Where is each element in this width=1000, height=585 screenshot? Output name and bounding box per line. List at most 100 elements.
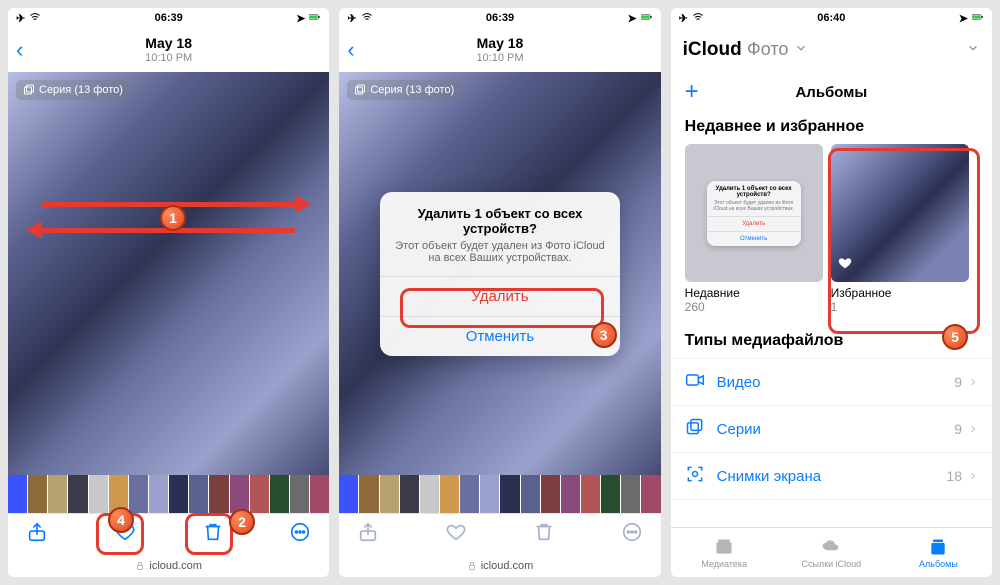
screen-3-albums: ✈︎ 06:40 ➤ iCloud Фото + Альбомы Недавне…: [671, 8, 992, 577]
tab-albums[interactable]: Альбомы: [885, 528, 992, 577]
album-count: 260: [685, 300, 823, 314]
filmstrip-thumb[interactable]: [68, 475, 87, 513]
photo-viewer: Серия (13 фото) Удалить 1 объект со всех…: [339, 72, 660, 475]
filmstrip-thumb[interactable]: [149, 475, 168, 513]
back-button[interactable]: ‹: [347, 37, 354, 63]
share-button: [357, 521, 379, 548]
burst-chip: Серия (13 фото): [347, 80, 461, 100]
battery-icon: [641, 11, 653, 26]
annotation-1: 1: [160, 205, 186, 231]
annotation-3: 3: [591, 322, 617, 348]
delete-button: [533, 521, 555, 548]
screen-2-delete-dialog: ✈︎ 06:39 ➤ ‹ May 18 10:10 PM Серия (13 ф…: [339, 8, 660, 577]
filmstrip-thumb: [541, 475, 560, 513]
status-bar: ✈︎ 06:39 ➤: [8, 8, 329, 28]
location-icon: ➤: [627, 12, 636, 25]
nav-time: 10:10 PM: [145, 52, 192, 64]
tab-library[interactable]: Медиатека: [671, 528, 778, 577]
annotation-2: 2: [229, 509, 255, 535]
burst-chip[interactable]: Серия (13 фото): [16, 80, 130, 100]
chevron-down-icon: [794, 39, 808, 60]
wifi-icon: [692, 11, 704, 26]
delete-confirmation-dialog: Удалить 1 объект со всех устройств? Этот…: [380, 192, 620, 356]
airplane-icon: ✈︎: [16, 12, 25, 25]
tab-icloud-links[interactable]: Ссылки iCloud: [778, 528, 885, 577]
filmstrip-thumb[interactable]: [129, 475, 148, 513]
brand-section: Фото: [747, 39, 788, 59]
filmstrip-thumb[interactable]: [230, 475, 249, 513]
media-type-list: Видео 9 Серии 9 Снимки экрана 18: [671, 358, 992, 500]
filmstrip-thumb[interactable]: [169, 475, 188, 513]
filmstrip-thumb: [601, 475, 620, 513]
status-time: 06:40: [817, 12, 845, 24]
nav-time: 10:10 PM: [476, 52, 523, 64]
list-row-screenshots[interactable]: Снимки экрана 18: [671, 453, 992, 500]
filmstrip-thumb[interactable]: [48, 475, 67, 513]
bottom-toolbar: [339, 513, 660, 555]
location-icon: ➤: [296, 12, 305, 25]
filmstrip-thumb[interactable]: [290, 475, 309, 513]
airplane-icon: ✈︎: [679, 12, 688, 25]
album-recent[interactable]: Удалить 1 объект со всех устройств? Этот…: [685, 144, 823, 314]
video-icon: [685, 370, 705, 394]
dialog-message: Этот объект будет удален из Фото iCloud …: [380, 240, 620, 276]
list-row-bursts[interactable]: Серии 9: [671, 406, 992, 453]
icloud-switcher[interactable]: iCloud Фото: [671, 28, 992, 72]
brand-name: iCloud: [683, 39, 742, 60]
page-title: Альбомы: [795, 84, 867, 101]
highlight-delete-action: [400, 288, 604, 328]
filmstrip-thumb: [400, 475, 419, 513]
nav-bar: ‹ May 18 10:10 PM: [339, 28, 660, 72]
status-bar: ✈︎ 06:40 ➤: [671, 8, 992, 28]
status-time: 06:39: [486, 12, 514, 24]
filmstrip-thumb[interactable]: [250, 475, 269, 513]
more-button: [621, 521, 643, 548]
filmstrip-thumb[interactable]: [270, 475, 289, 513]
filmstrip-thumb: [621, 475, 640, 513]
url-footer: icloud.com: [8, 555, 329, 577]
albums-header: + Альбомы: [671, 72, 992, 112]
favorite-button: [445, 521, 467, 548]
filmstrip-thumb: [359, 475, 378, 513]
filmstrip-thumb: [460, 475, 479, 513]
photo-viewer[interactable]: Серия (13 фото): [8, 72, 329, 475]
filmstrip-thumb[interactable]: [89, 475, 108, 513]
filmstrip: [339, 475, 660, 513]
annotation-5: 5: [942, 324, 968, 350]
back-button[interactable]: ‹: [16, 37, 23, 63]
screen-1-photo-viewer: ✈︎ 06:39 ➤ ‹ May 18 10:10 PM Серия (13 ф…: [8, 8, 329, 577]
highlight-favorites-album: [828, 148, 980, 334]
filmstrip-thumb[interactable]: [310, 475, 329, 513]
battery-icon: [972, 11, 984, 26]
filmstrip-thumb: [641, 475, 660, 513]
filmstrip-thumb: [581, 475, 600, 513]
bottom-toolbar: [8, 513, 329, 555]
filmstrip-thumb[interactable]: [189, 475, 208, 513]
filmstrip-thumb[interactable]: [209, 475, 228, 513]
filmstrip-thumb: [500, 475, 519, 513]
filmstrip-thumb: [380, 475, 399, 513]
add-album-button[interactable]: +: [685, 78, 699, 106]
airplane-icon: ✈︎: [347, 12, 356, 25]
filmstrip-thumb[interactable]: [28, 475, 47, 513]
filmstrip-thumb[interactable]: [8, 475, 27, 513]
location-icon: ➤: [959, 12, 968, 25]
filmstrip-thumb: [521, 475, 540, 513]
filmstrip-thumb: [561, 475, 580, 513]
annotation-4: 4: [108, 507, 134, 533]
nav-date: May 18: [145, 36, 192, 51]
wifi-icon: [361, 11, 373, 26]
share-button[interactable]: [26, 521, 48, 548]
list-row-video[interactable]: Видео 9: [671, 359, 992, 406]
screenshot-icon: [685, 464, 705, 488]
highlight-delete: [185, 513, 233, 555]
tab-bar: Медиатека Ссылки iCloud Альбомы: [671, 527, 992, 577]
more-button[interactable]: [289, 521, 311, 548]
dialog-title: Удалить 1 объект со всех устройств?: [380, 192, 620, 240]
chevron-down-icon[interactable]: [966, 41, 980, 60]
filmstrip-thumb: [420, 475, 439, 513]
nav-date: May 18: [476, 36, 523, 51]
filmstrip[interactable]: [8, 475, 329, 513]
burst-icon: [685, 417, 705, 441]
status-bar: ✈︎ 06:39 ➤: [339, 8, 660, 28]
